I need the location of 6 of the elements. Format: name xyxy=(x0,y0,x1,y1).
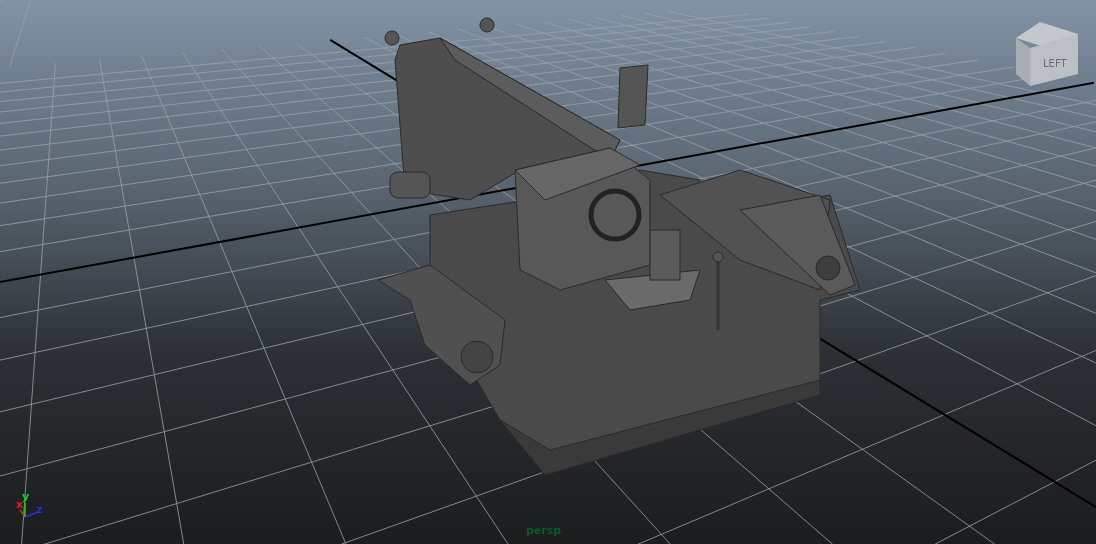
axis-label: z xyxy=(36,503,43,516)
axis-label: y xyxy=(22,490,30,503)
axis-label: x xyxy=(16,498,24,511)
view-cube[interactable] xyxy=(1016,22,1078,86)
view-cube-face-label: LEFT xyxy=(1043,58,1067,69)
camera-label: persp xyxy=(526,524,562,537)
